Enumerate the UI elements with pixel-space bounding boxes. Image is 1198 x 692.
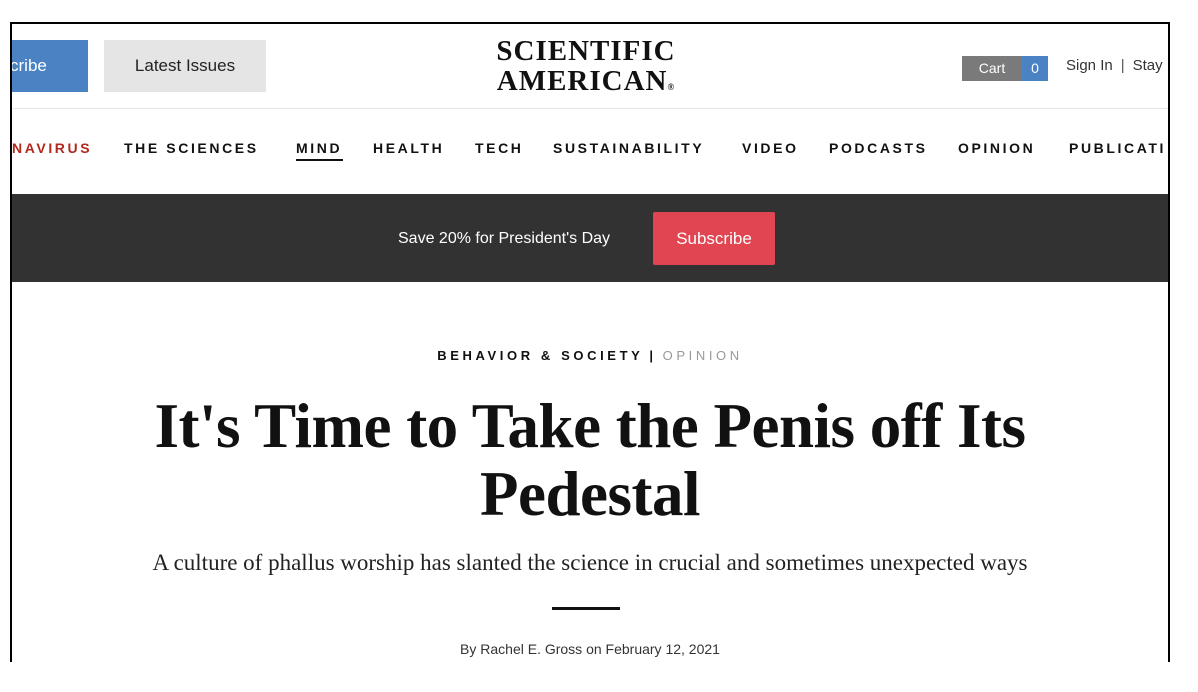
nav-item-publications[interactable]: PUBLICATI	[1069, 140, 1166, 156]
nav-item-video[interactable]: VIDEO	[742, 140, 799, 156]
stay-informed-link[interactable]: Stay	[1133, 57, 1163, 74]
account-links: Sign In | Stay	[1066, 57, 1163, 74]
latest-issues-button[interactable]: Latest Issues	[104, 40, 266, 92]
divider-rule	[552, 607, 620, 610]
site-logo[interactable]: SCIENTIFIC AMERICAN®	[478, 36, 694, 102]
article-eyebrow: BEHAVIOR & SOCIETY | OPINION	[12, 348, 1168, 363]
main-nav: NAVIRUS THE SCIENCES MIND HEALTH TECH SU…	[12, 108, 1168, 194]
site-header: cribe Latest Issues SCIENTIFIC AMERICAN®…	[12, 24, 1168, 109]
article-headline: It's Time to Take the Penis off Its Pede…	[12, 392, 1168, 528]
nav-item-podcasts[interactable]: PODCASTS	[829, 140, 928, 156]
nav-item-tech[interactable]: TECH	[475, 140, 524, 156]
promo-text: Save 20% for President's Day	[398, 230, 611, 247]
nav-item-the-sciences[interactable]: THE SCIENCES	[124, 140, 259, 156]
nav-item-coronavirus[interactable]: NAVIRUS	[12, 140, 92, 156]
category-link[interactable]: BEHAVIOR & SOCIETY	[437, 348, 643, 363]
logo-line-2: AMERICAN®	[496, 65, 676, 97]
headline-line-2: Pedestal	[480, 459, 700, 529]
headline-line-1: It's Time to Take the Penis off Its	[154, 391, 1027, 461]
promo-banner: Save 20% for President's Day Subscribe	[12, 194, 1168, 282]
cart-button[interactable]: Cart 0	[962, 56, 1048, 81]
cart-count-badge: 0	[1022, 56, 1048, 81]
logo-line-1: SCIENTIFIC	[496, 35, 676, 67]
nav-item-mind[interactable]: MIND	[296, 140, 342, 156]
link-separator: |	[1120, 57, 1125, 74]
nav-item-sustainability[interactable]: SUSTAINABILITY	[553, 140, 704, 156]
nav-item-health[interactable]: HEALTH	[373, 140, 444, 156]
promo-subscribe-button[interactable]: Subscribe	[653, 212, 775, 265]
active-nav-indicator	[296, 159, 343, 161]
browser-viewport: cribe Latest Issues SCIENTIFIC AMERICAN®…	[10, 22, 1170, 662]
article-type-label: OPINION	[662, 348, 743, 363]
subscribe-label: cribe	[10, 56, 47, 75]
cart-label: Cart	[962, 56, 1022, 81]
nav-item-opinion[interactable]: OPINION	[958, 140, 1035, 156]
article-byline: By Rachel E. Gross on February 12, 2021	[460, 641, 720, 657]
eyebrow-divider: |	[649, 348, 657, 363]
article-dek: A culture of phallus worship has slanted…	[152, 550, 1028, 575]
subscribe-button[interactable]: cribe	[10, 40, 88, 92]
sign-in-link[interactable]: Sign In	[1066, 57, 1113, 74]
registered-mark: ®	[667, 82, 676, 92]
